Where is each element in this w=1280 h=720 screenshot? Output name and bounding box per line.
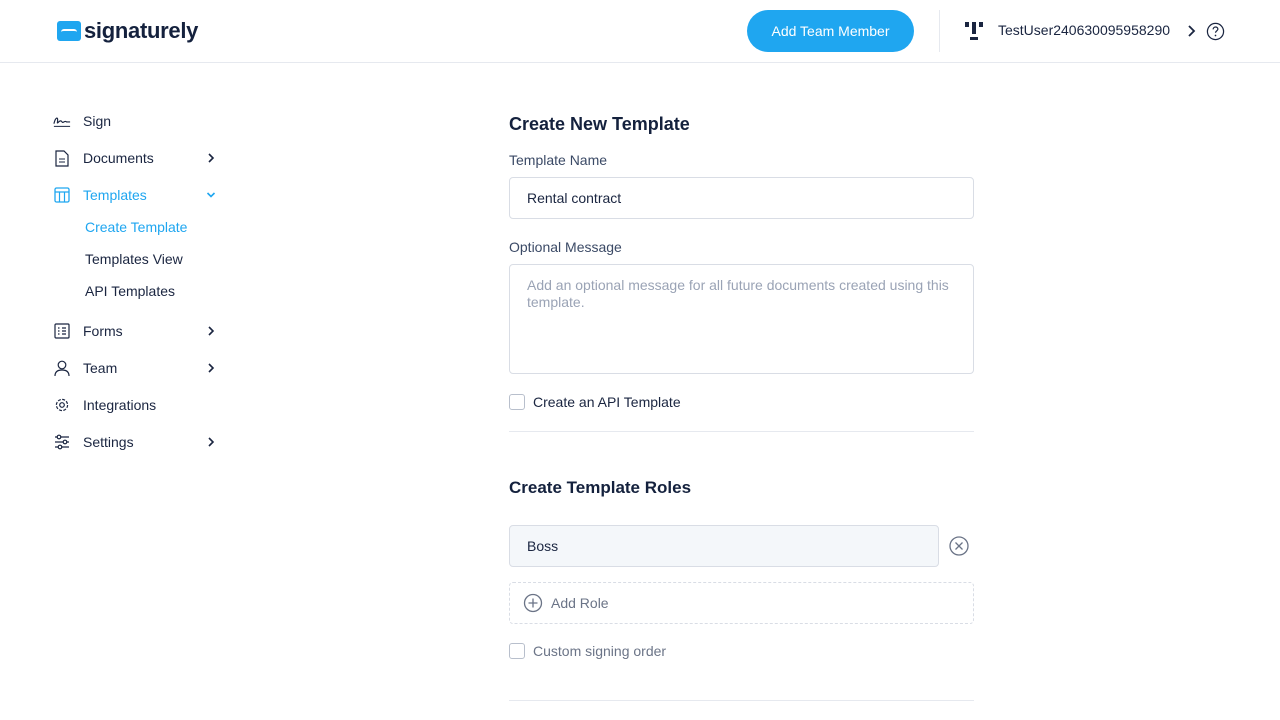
sidebar-item-templates[interactable]: Templates <box>53 184 218 206</box>
user-name[interactable]: TestUser240630095958290 <box>998 22 1170 38</box>
section-divider <box>509 700 974 701</box>
chevron-down-icon <box>206 192 216 198</box>
template-icon <box>53 186 71 204</box>
form-icon <box>53 322 71 340</box>
page-title: Create New Template <box>509 114 690 134</box>
sidebar-item-label: Settings <box>83 434 134 450</box>
role-name-input[interactable] <box>509 525 939 567</box>
chevron-right-icon <box>208 363 215 373</box>
avatar-icon[interactable] <box>963 20 985 42</box>
chevron-right-icon <box>208 153 215 163</box>
document-icon <box>53 149 71 167</box>
help-icon[interactable] <box>1206 22 1225 41</box>
sidebar-item-team[interactable]: Team <box>53 357 218 379</box>
sidebar-subitem-templates-view[interactable]: Templates View <box>85 251 183 267</box>
api-template-label: Create an API Template <box>533 394 681 410</box>
custom-signing-order-label: Custom signing order <box>533 643 667 659</box>
sidebar-item-documents[interactable]: Documents <box>53 147 218 169</box>
add-role-button[interactable]: Add Role <box>509 582 974 624</box>
sidebar-item-integrations[interactable]: Integrations <box>53 394 218 416</box>
optional-message-textarea[interactable] <box>509 264 974 374</box>
chevron-right-icon <box>208 437 215 447</box>
sliders-icon <box>53 433 71 451</box>
chevron-right-icon[interactable] <box>1186 23 1198 39</box>
api-template-checkbox-row[interactable]: Create an API Template <box>509 394 681 410</box>
api-template-checkbox[interactable] <box>509 394 525 410</box>
sidebar-item-label: Team <box>83 360 118 376</box>
custom-signing-order-checkbox[interactable] <box>509 643 525 659</box>
logo-text: signaturely <box>84 18 199 43</box>
sidebar-item-label: Sign <box>83 113 112 129</box>
add-team-member-button[interactable]: Add Team Member <box>747 10 914 52</box>
remove-role-icon[interactable] <box>948 535 970 557</box>
template-name-input[interactable] <box>509 177 974 219</box>
sidebar-item-sign[interactable]: Sign <box>53 110 218 132</box>
logo-mark-icon <box>57 21 81 41</box>
section-divider <box>509 431 974 432</box>
sidebar-item-settings[interactable]: Settings <box>53 431 218 453</box>
add-role-label: Add Role <box>551 595 609 611</box>
top-header: signaturely Add Team Member TestUser2406… <box>0 0 1280 63</box>
header-divider <box>939 10 940 52</box>
sidebar-item-label: Integrations <box>83 397 157 413</box>
signature-icon <box>53 112 71 130</box>
sidebar-item-label: Templates <box>83 187 147 203</box>
plus-circle-icon <box>523 593 543 613</box>
custom-signing-order-row[interactable]: Custom signing order <box>509 643 666 659</box>
sidebar-subitem-create-template[interactable]: Create Template <box>85 219 187 235</box>
logo[interactable]: signaturely <box>57 18 198 44</box>
template-name-label: Template Name <box>509 152 608 168</box>
sidebar-item-label: Forms <box>83 323 123 339</box>
gear-icon <box>53 396 71 414</box>
sidebar-item-label: Documents <box>83 150 154 166</box>
sidebar-subitem-api-templates[interactable]: API Templates <box>85 283 175 299</box>
user-icon <box>53 359 71 377</box>
chevron-right-icon <box>208 326 215 336</box>
roles-title: Create Template Roles <box>509 478 692 497</box>
sidebar-item-forms[interactable]: Forms <box>53 320 218 342</box>
optional-message-label: Optional Message <box>509 239 622 255</box>
